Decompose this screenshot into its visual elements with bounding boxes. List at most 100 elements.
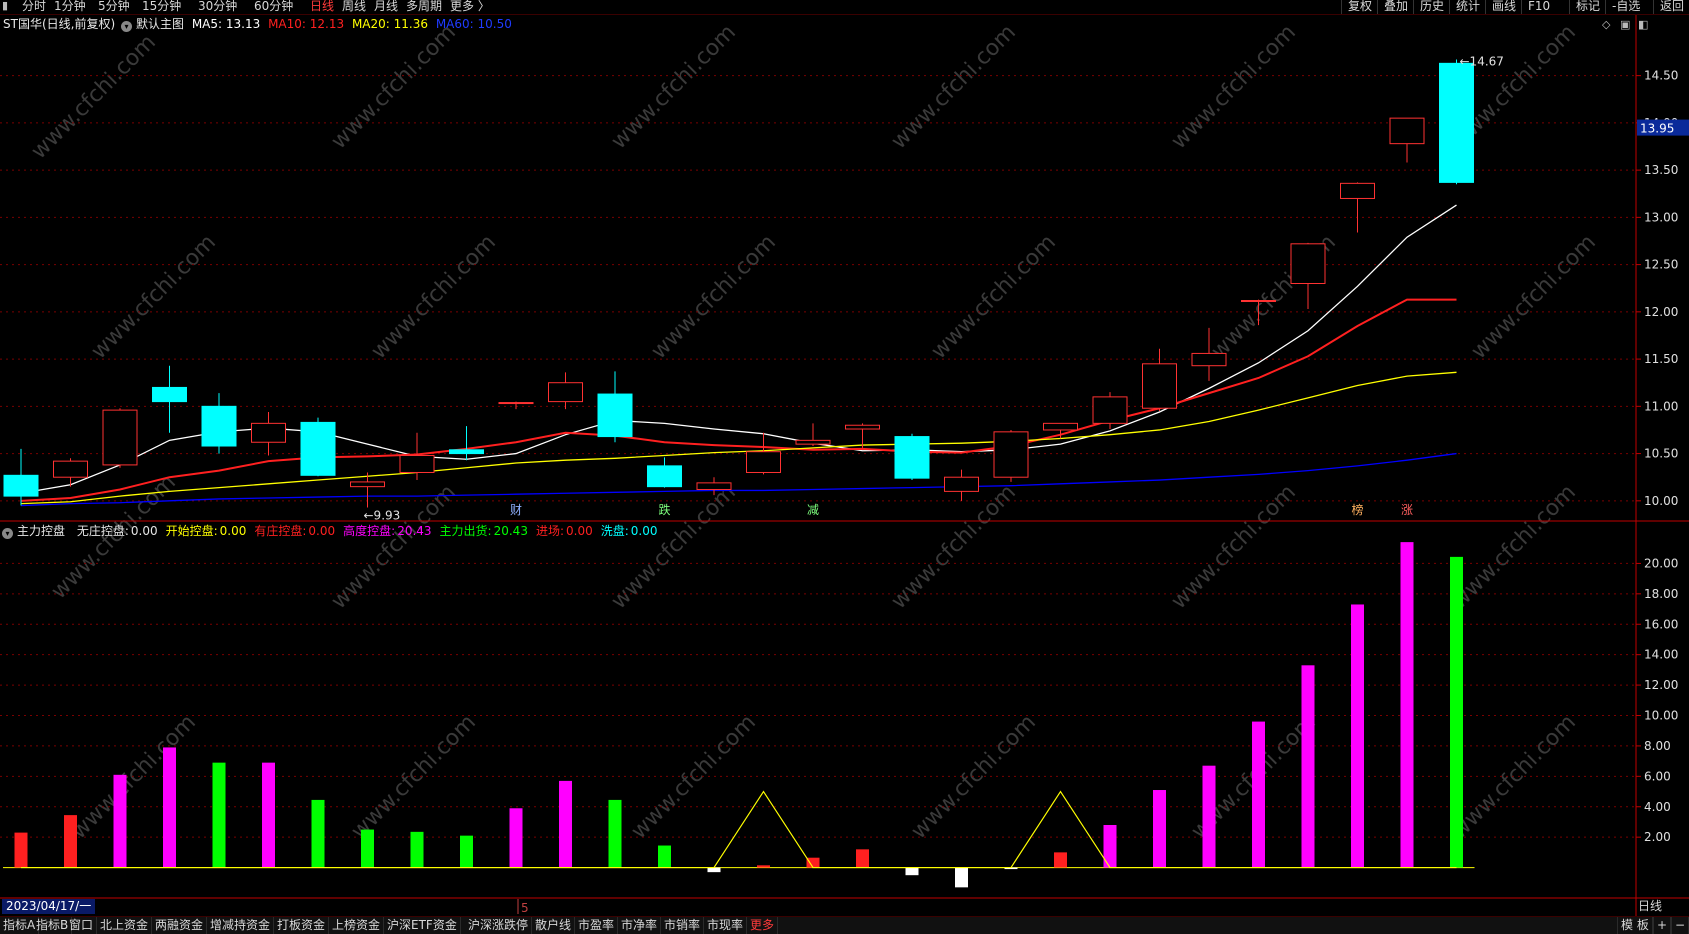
bottom-tab-14[interactable]: 市现率 bbox=[704, 917, 748, 934]
period-toolbar: ▮ 分时 1分钟 5分钟 15分钟 30分钟 60分钟 日线 周线 月线 多周期 更多 〉 复权 叠加历… bbox=[0, 0, 1689, 15]
event-marker-4: 涨 bbox=[1401, 502, 1413, 517]
chart-window-icon[interactable]: ▣ bbox=[1620, 18, 1630, 31]
candle-body bbox=[251, 422, 286, 443]
period-tab-0[interactable]: 分时 bbox=[22, 0, 46, 14]
candle-body bbox=[1043, 422, 1078, 431]
bottom-tab-13[interactable]: 市销率 bbox=[661, 917, 705, 934]
indicator-bar-26 bbox=[1301, 665, 1315, 868]
chart-layout-icon[interactable]: ◧ bbox=[1638, 18, 1648, 31]
period-tab-10[interactable]: 更多 〉 bbox=[450, 0, 490, 14]
bottom-tab-2[interactable]: 窗口 bbox=[66, 917, 98, 934]
indicator-tick-label-4: 12.00 bbox=[1644, 678, 1678, 692]
candle-26 bbox=[1290, 242, 1326, 310]
tool-button-8[interactable]: 返回 bbox=[1653, 0, 1689, 14]
event-marker-3: 榜 bbox=[1352, 502, 1364, 517]
bottom-tab-15[interactable]: 更多 bbox=[747, 917, 779, 934]
indicator-name[interactable]: 主力控盘 bbox=[17, 524, 65, 538]
period-tab-2[interactable]: 5分钟 bbox=[98, 0, 130, 14]
watermark-18: www.cfchi.com bbox=[67, 710, 201, 844]
indicator-tick-label-1: 18.00 bbox=[1644, 587, 1678, 601]
tool-button-4[interactable]: 画线 bbox=[1485, 0, 1522, 14]
bottom-tab-12[interactable]: 市净率 bbox=[618, 917, 662, 934]
bottom-tab-10[interactable]: 散户线 bbox=[532, 917, 576, 934]
tool-button-5[interactable]: F10 bbox=[1521, 0, 1556, 14]
candle-body bbox=[993, 431, 1029, 478]
price-tick-label-5: 12.00 bbox=[1644, 305, 1678, 319]
candle-body bbox=[399, 454, 435, 473]
low-price-label: ←9.93 bbox=[364, 508, 401, 522]
candle-body bbox=[1340, 182, 1375, 199]
main-chart-label[interactable]: 默认主图 bbox=[136, 17, 184, 31]
period-tab-8[interactable]: 月线 bbox=[374, 0, 398, 14]
bottom-right-button-0[interactable]: 模 板 bbox=[1617, 917, 1653, 934]
candle-body bbox=[1241, 300, 1276, 303]
period-tab-5[interactable]: 60分钟 bbox=[254, 0, 293, 14]
bottom-right-button-2[interactable]: − bbox=[1671, 917, 1689, 934]
tool-button-2[interactable]: 历史 bbox=[1413, 0, 1450, 14]
candle-1 bbox=[53, 458, 88, 487]
stock-title[interactable]: ST国华(日线,前复权) bbox=[3, 17, 115, 31]
bottom-tab-9[interactable]: 沪深涨跌停 bbox=[465, 917, 533, 934]
indicator-bar-6 bbox=[311, 799, 325, 868]
price-chart-header: ST国华(日线,前复权) ▾ 默认主图 MA5: 13.13 MA10: 12.1… bbox=[0, 16, 512, 32]
chart-diamond-icon[interactable]: ◇ bbox=[1602, 18, 1610, 31]
tool-button-6[interactable]: 标记 bbox=[1569, 0, 1606, 14]
tool-button-7[interactable]: -自选 bbox=[1605, 0, 1646, 14]
menu-icon[interactable]: ▮ bbox=[2, 0, 14, 12]
indicator-item-value-0: 0.00 bbox=[130, 524, 158, 538]
indicator-settings-icon[interactable]: ▾ bbox=[2, 528, 13, 539]
indicator-tick-label-9: 2.00 bbox=[1644, 830, 1671, 844]
period-tab-6[interactable]: 日线 bbox=[310, 0, 334, 14]
current-price-label: 13.95 bbox=[1640, 122, 1674, 136]
indicator-bar-4 bbox=[212, 762, 226, 868]
watermark-20: www.cfchi.com bbox=[627, 710, 761, 844]
watermark-6: www.cfchi.com bbox=[87, 230, 221, 364]
high-price-label: ←14.67 bbox=[1460, 55, 1504, 69]
period-tab-1[interactable]: 1分钟 bbox=[54, 0, 86, 14]
bottom-tab-7[interactable]: 上榜资金 bbox=[329, 917, 385, 934]
tool-button-1[interactable]: 叠加 bbox=[1377, 0, 1414, 14]
indicator-bar-15 bbox=[757, 865, 770, 868]
tool-button-3[interactable]: 统计 bbox=[1449, 0, 1486, 14]
candle-body bbox=[845, 424, 880, 430]
candle-12 bbox=[597, 371, 633, 443]
candle-5 bbox=[251, 412, 286, 456]
indicator-item-value-6: 0.00 bbox=[630, 524, 658, 538]
candle-0 bbox=[3, 448, 39, 506]
indicator-item-value-5: 0.00 bbox=[566, 524, 593, 538]
candle-18 bbox=[894, 433, 930, 481]
candle-body bbox=[498, 402, 534, 405]
kline-chart-canvas[interactable]: www.cfchi.com www.cfchi.com www.cfchi.com w… bbox=[0, 0, 1689, 933]
period-tab-7[interactable]: 周线 bbox=[342, 0, 366, 14]
indicator-item-label-6: 洗盘: bbox=[600, 524, 629, 538]
ma60-value: MA60: 10.50 bbox=[435, 17, 512, 31]
event-marker-2: 减 bbox=[807, 503, 819, 517]
tool-button-0[interactable]: 复权 bbox=[1341, 0, 1378, 14]
watermark-7: www.cfchi.com bbox=[367, 230, 501, 364]
period-tab-4[interactable]: 30分钟 bbox=[198, 0, 237, 14]
bottom-tab-11[interactable]: 市盈率 bbox=[575, 917, 619, 934]
bottom-tab-6[interactable]: 打板资金 bbox=[274, 917, 330, 934]
candle-20 bbox=[993, 429, 1029, 482]
period-tab-9[interactable]: 多周期 bbox=[406, 0, 442, 14]
price-tick-label-8: 10.50 bbox=[1644, 447, 1678, 461]
price-tick-label-2: 13.50 bbox=[1644, 163, 1678, 177]
indicator-bar-13 bbox=[658, 845, 671, 868]
candle-10 bbox=[498, 401, 534, 410]
bottom-tab-3[interactable]: 北上资金 bbox=[97, 917, 153, 934]
bottom-tab-8[interactable]: 沪深ETF资金 bbox=[384, 917, 461, 934]
indicator-tick-label-0: 20.00 bbox=[1644, 556, 1678, 570]
candle-4 bbox=[201, 393, 237, 454]
indicator-bar-14 bbox=[707, 867, 721, 873]
bottom-tab-4[interactable]: 两融资金 bbox=[152, 917, 208, 934]
period-tab-3[interactable]: 15分钟 bbox=[142, 0, 181, 14]
indicator-item-label-2: 有庄控盘: bbox=[254, 524, 307, 538]
candle-15 bbox=[746, 432, 781, 475]
bottom-tab-5[interactable]: 增减持资金 bbox=[207, 917, 275, 934]
bottom-right-button-1[interactable]: + bbox=[1653, 917, 1672, 934]
indicator-bar-7 bbox=[361, 829, 374, 868]
candle-body bbox=[1092, 396, 1128, 424]
period-label[interactable]: 日线 bbox=[1634, 899, 1666, 914]
indicator-bar-3 bbox=[163, 747, 176, 868]
main-chart-settings-icon[interactable]: ▾ bbox=[120, 21, 132, 32]
